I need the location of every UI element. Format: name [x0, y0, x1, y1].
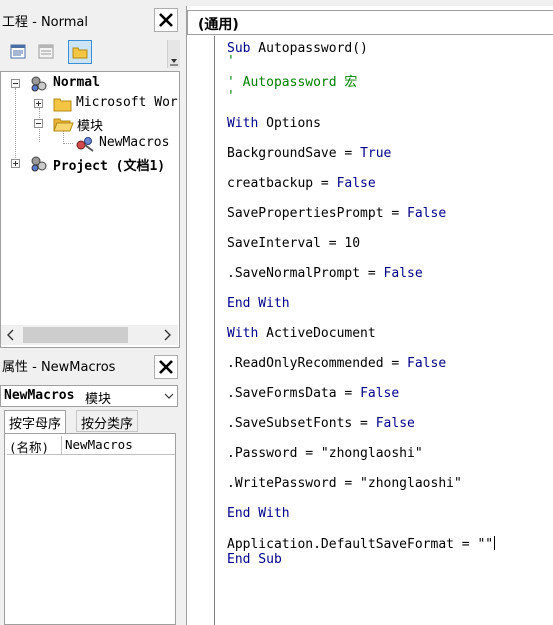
code-line[interactable]: End With	[227, 296, 290, 311]
code-line[interactable]: End With	[227, 506, 290, 521]
toggle-folders-icon	[72, 47, 88, 59]
object-select[interactable]: NewMacros 模块	[0, 385, 178, 407]
properties-pane-title: 属性 - NewMacros	[2, 360, 116, 375]
code-line[interactable]: Sub Autopassword()	[227, 41, 368, 56]
object-select-name: NewMacros	[4, 388, 75, 403]
chevron-down-icon	[164, 393, 174, 399]
code-window: (通用) Sub Autopassword() ' ' Autopassword…	[186, 6, 553, 625]
project-tree-hscrollbar[interactable]	[1, 325, 178, 345]
code-line[interactable]: '	[227, 89, 235, 104]
tree-item-normal[interactable]: Normal	[1, 74, 179, 94]
toolbar-scroll-handle[interactable]	[167, 40, 180, 68]
property-row-name[interactable]: (名称) NewMacros	[7, 436, 175, 455]
tree-label-microsoft-word: Microsoft Wor	[76, 95, 178, 110]
code-line[interactable]: .Password = "zhonglaoshi"	[227, 446, 423, 461]
view-object-button[interactable]	[34, 40, 58, 64]
code-line[interactable]: With ActiveDocument	[227, 326, 376, 341]
tree-label-modules: 模块	[77, 119, 104, 134]
module-icon	[76, 137, 94, 152]
tab-categorized[interactable]: 按分类序	[76, 410, 139, 432]
collapse-toggle[interactable]	[11, 79, 20, 88]
code-line[interactable]: SaveInterval = 10	[227, 236, 360, 251]
tree-item-modules[interactable]: 模块	[1, 114, 179, 134]
tree-label-project: Project (文档1)	[53, 159, 166, 174]
tree-item-microsoft-word-objects[interactable]: Microsoft Wor	[1, 94, 179, 114]
code-line[interactable]: ' Autopassword 宏	[227, 71, 357, 90]
code-line[interactable]: With Options	[227, 116, 321, 131]
code-line[interactable]: Application.DefaultSaveFormat = ""	[227, 536, 496, 552]
properties-grid: (名称) NewMacros	[4, 433, 176, 625]
code-line[interactable]: BackgroundSave = True	[227, 146, 391, 161]
view-code-icon	[10, 44, 26, 59]
project-tree: Normal Microsoft Wor 模块 NewMacros Projec…	[0, 71, 180, 348]
view-object-icon	[38, 44, 54, 59]
arrow-left-icon[interactable]	[7, 329, 15, 341]
code-line[interactable]: .SaveFormsData = False	[227, 386, 399, 401]
open-folder-icon	[53, 118, 74, 132]
vba-project-icon	[31, 76, 47, 92]
project-pane-close-button[interactable]	[154, 8, 178, 32]
collapse-toggle[interactable]	[34, 119, 43, 128]
property-value[interactable]: NewMacros	[65, 437, 133, 452]
object-select-type: 模块	[85, 392, 112, 407]
folder-icon	[53, 98, 72, 112]
toggle-folders-button[interactable]	[68, 40, 92, 64]
arrow-right-icon[interactable]	[163, 329, 171, 341]
code-line[interactable]: .SaveNormalPrompt = False	[227, 266, 423, 281]
text-caret	[494, 536, 496, 550]
scroll-thumb[interactable]	[23, 327, 128, 343]
code-line[interactable]: .ReadOnlyRecommended = False	[227, 356, 446, 371]
code-line[interactable]: '	[227, 54, 235, 69]
close-icon	[159, 360, 173, 374]
tree-item-newmacros[interactable]: NewMacros	[1, 134, 179, 154]
vba-project-icon	[31, 156, 47, 172]
tree-label-normal: Normal	[53, 75, 100, 90]
code-line[interactable]: End Sub	[227, 552, 282, 567]
close-icon	[159, 13, 173, 27]
project-pane-titlebar: 工程 - Normal	[0, 6, 180, 34]
code-line[interactable]: creatbackup = False	[227, 176, 376, 191]
code-line[interactable]: .SaveSubsetFonts = False	[227, 416, 415, 431]
code-line[interactable]: SavePropertiesPrompt = False	[227, 206, 446, 221]
tree-label-newmacros: NewMacros	[99, 135, 170, 150]
procedure-combo[interactable]: (通用)	[187, 10, 553, 35]
tree-item-project[interactable]: Project (文档1)	[1, 154, 179, 174]
code-margin-bar[interactable]	[187, 36, 215, 625]
properties-pane-close-button[interactable]	[154, 355, 178, 379]
procedure-combo-value: (通用)	[198, 17, 239, 33]
project-pane-title: 工程 - Normal	[2, 15, 88, 30]
properties-pane-titlebar: 属性 - NewMacros	[0, 351, 180, 379]
code-line[interactable]: .WritePassword = "zhonglaoshi"	[227, 476, 462, 491]
expand-toggle[interactable]	[34, 99, 43, 108]
project-toolbar	[0, 36, 180, 68]
tab-alphabetic[interactable]: 按字母序	[4, 410, 67, 434]
view-code-button[interactable]	[6, 40, 30, 64]
expand-toggle[interactable]	[11, 159, 20, 168]
